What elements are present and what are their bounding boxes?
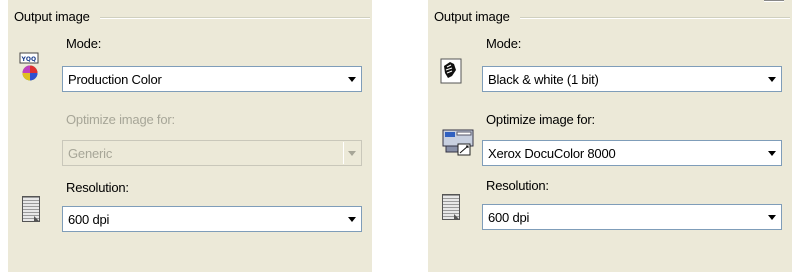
group-title: Output image — [10, 9, 94, 24]
mode-label: Mode: — [486, 36, 522, 51]
optimize-label: Optimize image for: — [486, 112, 595, 127]
document-icon — [442, 194, 460, 220]
resolution-dropdown-arrow[interactable] — [343, 208, 360, 230]
output-image-panel-left: Output image Mode: YQQ Production Color … — [8, 0, 372, 272]
resolution-value: 600 dpi — [68, 212, 110, 227]
optimize-value: Generic — [68, 146, 113, 161]
black-white-icon — [440, 58, 462, 84]
printer-icon — [442, 126, 474, 156]
optimize-dropdown: Generic — [62, 140, 362, 166]
resolution-dropdown[interactable]: 600 dpi — [62, 206, 362, 232]
chevron-down-icon — [348, 77, 356, 82]
chevron-down-icon — [768, 151, 776, 156]
chevron-down-icon — [348, 151, 356, 156]
resolution-label: Resolution: — [486, 178, 549, 193]
optimize-dropdown-arrow — [343, 142, 360, 164]
mode-icon-label: YQQ — [21, 56, 37, 63]
document-icon — [22, 196, 40, 222]
mode-dropdown-arrow[interactable] — [343, 68, 360, 90]
resolution-value: 600 dpi — [488, 210, 530, 225]
chevron-down-icon — [768, 215, 776, 220]
resolution-label: Resolution: — [66, 180, 129, 195]
mode-dropdown[interactable]: Production Color — [62, 66, 362, 92]
optimize-value: Xerox DocuColor 8000 — [488, 146, 616, 161]
group-divider — [100, 17, 370, 19]
top-edge-divider — [764, 0, 784, 2]
chevron-down-icon — [348, 217, 356, 222]
mode-dropdown-arrow[interactable] — [763, 68, 780, 90]
chevron-down-icon — [768, 77, 776, 82]
output-image-panel-right: Output image Mode: Black & white (1 bit)… — [428, 0, 792, 272]
mode-dropdown[interactable]: Black & white (1 bit) — [482, 66, 782, 92]
optimize-dropdown-arrow[interactable] — [763, 142, 780, 164]
resolution-dropdown-arrow[interactable] — [763, 206, 780, 228]
color-mode-icon: YQQ — [18, 52, 44, 82]
resolution-dropdown[interactable]: 600 dpi — [482, 204, 782, 230]
group-title: Output image — [430, 9, 514, 24]
optimize-dropdown[interactable]: Xerox DocuColor 8000 — [482, 140, 782, 166]
group-divider — [520, 17, 790, 19]
mode-label: Mode: — [66, 36, 102, 51]
optimize-label: Optimize image for: — [66, 112, 175, 127]
mode-value: Black & white (1 bit) — [488, 72, 599, 87]
mode-value: Production Color — [68, 72, 162, 87]
